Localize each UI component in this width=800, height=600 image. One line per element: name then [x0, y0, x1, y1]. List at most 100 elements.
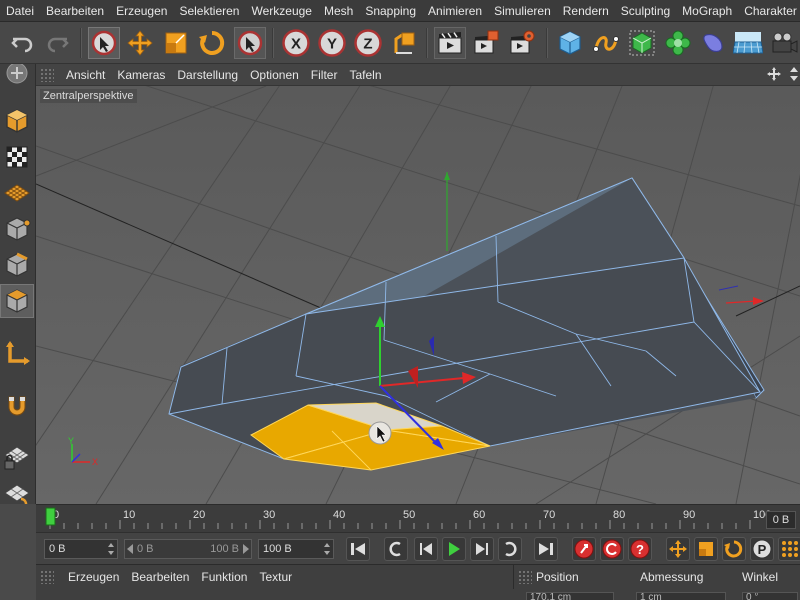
- planar-workplane-icon[interactable]: [0, 478, 34, 504]
- vp-menu-optionen[interactable]: Optionen: [244, 68, 305, 82]
- vp-menu-ansicht[interactable]: Ansicht: [60, 68, 111, 82]
- axis-mode-icon[interactable]: [0, 336, 34, 370]
- frame-range-slider[interactable]: 0 B 100 B: [124, 539, 252, 559]
- previous-key-icon[interactable]: [384, 537, 408, 561]
- range-right-arrow-icon[interactable]: [243, 544, 249, 554]
- menu-werkzeuge[interactable]: Werkzeuge: [245, 0, 317, 21]
- menu-selektieren[interactable]: Selektieren: [173, 0, 245, 21]
- menu-charakter[interactable]: Charakter: [738, 0, 800, 21]
- stepper-icon[interactable]: [324, 543, 330, 555]
- menu-mograph[interactable]: MoGraph: [676, 0, 738, 21]
- timeline-ruler[interactable]: 0 10 20 30 40 50 60 70 80 90 100 0 B: [36, 504, 800, 532]
- panel-grip-icon[interactable]: [40, 67, 54, 82]
- coord-size-x-field[interactable]: 1 cm: [636, 592, 726, 600]
- mat-menu-textur[interactable]: Textur: [253, 570, 298, 584]
- rotate-icon[interactable]: [196, 27, 228, 59]
- key-parameter-icon[interactable]: P: [750, 537, 774, 561]
- key-pla-icon[interactable]: [778, 537, 800, 561]
- next-key-icon[interactable]: [498, 537, 522, 561]
- workplane-icon[interactable]: [0, 176, 34, 210]
- end-frame-field[interactable]: 100 B: [258, 539, 334, 559]
- start-frame-field[interactable]: 0 B: [44, 539, 118, 559]
- 3d-viewport[interactable]: Y X Zentralperspektive: [36, 86, 800, 504]
- main-toolbar: X Y Z: [0, 22, 800, 64]
- render-view-icon[interactable]: [434, 27, 466, 59]
- vp-menu-darstellung[interactable]: Darstellung: [171, 68, 244, 82]
- snapping-magnet-icon[interactable]: [0, 390, 34, 424]
- menu-datei[interactable]: Datei: [0, 0, 40, 21]
- vp-menu-filter[interactable]: Filter: [305, 68, 344, 82]
- pan-view-icon[interactable]: [766, 66, 782, 82]
- timeline-tick-label: 50: [403, 509, 415, 521]
- play-forward-icon[interactable]: [442, 537, 466, 561]
- edges-mode-icon[interactable]: [0, 248, 34, 282]
- last-tool-icon[interactable]: [234, 27, 266, 59]
- live-selection-icon[interactable]: [88, 27, 120, 59]
- timeline-tick-label: 80: [613, 509, 625, 521]
- y-axis-label: Y: [327, 36, 337, 53]
- coordinate-system-icon[interactable]: [388, 27, 420, 59]
- menu-sculpting[interactable]: Sculpting: [615, 0, 676, 21]
- panel-grip-icon[interactable]: [518, 570, 532, 584]
- key-rotation-icon[interactable]: [722, 537, 746, 561]
- key-scale-icon[interactable]: [694, 537, 718, 561]
- vp-menu-kameras[interactable]: Kameras: [111, 68, 171, 82]
- cloner-icon[interactable]: [662, 27, 694, 59]
- range-left-arrow-icon[interactable]: [127, 544, 133, 554]
- panel-grip-icon[interactable]: [40, 570, 54, 584]
- mat-menu-funktion[interactable]: Funktion: [195, 570, 253, 584]
- mat-menu-erzeugen[interactable]: Erzeugen: [62, 570, 125, 584]
- autokeying-icon[interactable]: [600, 537, 624, 561]
- subdivision-surface-icon[interactable]: [626, 27, 658, 59]
- go-to-end-icon[interactable]: [534, 537, 558, 561]
- spline-pen-icon[interactable]: [590, 27, 622, 59]
- zoom-view-icon[interactable]: [788, 66, 800, 82]
- redo-icon[interactable]: [42, 27, 74, 59]
- scale-icon[interactable]: [160, 27, 192, 59]
- current-frame-field[interactable]: 0 B: [766, 511, 796, 529]
- coord-rotation-h-field[interactable]: 0 °: [742, 592, 798, 600]
- next-frame-icon[interactable]: [470, 537, 494, 561]
- coord-position-x-field[interactable]: 170.1 cm: [526, 592, 614, 600]
- menu-snapping[interactable]: Snapping: [359, 0, 422, 21]
- record-active-objects-icon[interactable]: [572, 537, 596, 561]
- menu-erzeugen[interactable]: Erzeugen: [110, 0, 173, 21]
- timeline-tick-label: 90: [683, 509, 695, 521]
- end-frame-value: 100 B: [263, 543, 292, 555]
- timeline-tick-label: 20: [193, 509, 205, 521]
- toolbar-separator: [546, 28, 548, 58]
- keyframe-selection-icon[interactable]: ?: [628, 537, 652, 561]
- menu-bearbeiten[interactable]: Bearbeiten: [40, 0, 110, 21]
- animation-transport-bar: 0 B 0 B 100 B 100 B ? P: [36, 532, 800, 564]
- z-axis-label: Z: [363, 36, 372, 53]
- locked-workplane-icon[interactable]: [0, 440, 34, 474]
- texture-mode-icon[interactable]: [0, 140, 34, 174]
- render-picture-viewer-icon[interactable]: [470, 27, 502, 59]
- camera-icon[interactable]: [768, 27, 800, 59]
- key-position-icon[interactable]: [666, 537, 690, 561]
- timeline-tick-label: 40: [333, 509, 345, 521]
- menu-animieren[interactable]: Animieren: [422, 0, 488, 21]
- move-icon[interactable]: [124, 27, 156, 59]
- timeline-playhead[interactable]: [45, 507, 56, 526]
- menu-rendern[interactable]: Rendern: [557, 0, 615, 21]
- model-mode-icon[interactable]: [0, 104, 34, 138]
- x-axis-lock-icon[interactable]: X: [280, 27, 312, 59]
- stepper-icon[interactable]: [108, 543, 114, 555]
- go-to-start-icon[interactable]: [346, 537, 370, 561]
- mat-menu-bearbeiten[interactable]: Bearbeiten: [125, 570, 195, 584]
- undo-icon[interactable]: [6, 27, 38, 59]
- previous-frame-icon[interactable]: [414, 537, 438, 561]
- polygons-mode-icon[interactable]: [0, 284, 34, 318]
- menu-simulieren[interactable]: Simulieren: [488, 0, 557, 21]
- make-editable-icon[interactable]: [0, 64, 34, 90]
- cube-icon[interactable]: [554, 27, 586, 59]
- vp-menu-tafeln[interactable]: Tafeln: [343, 68, 387, 82]
- y-axis-lock-icon[interactable]: Y: [316, 27, 348, 59]
- render-settings-icon[interactable]: [506, 27, 538, 59]
- points-mode-icon[interactable]: [0, 212, 34, 246]
- z-axis-lock-icon[interactable]: Z: [352, 27, 384, 59]
- floor-icon[interactable]: [732, 27, 764, 59]
- deformer-icon[interactable]: [698, 27, 730, 59]
- menu-mesh[interactable]: Mesh: [318, 0, 359, 21]
